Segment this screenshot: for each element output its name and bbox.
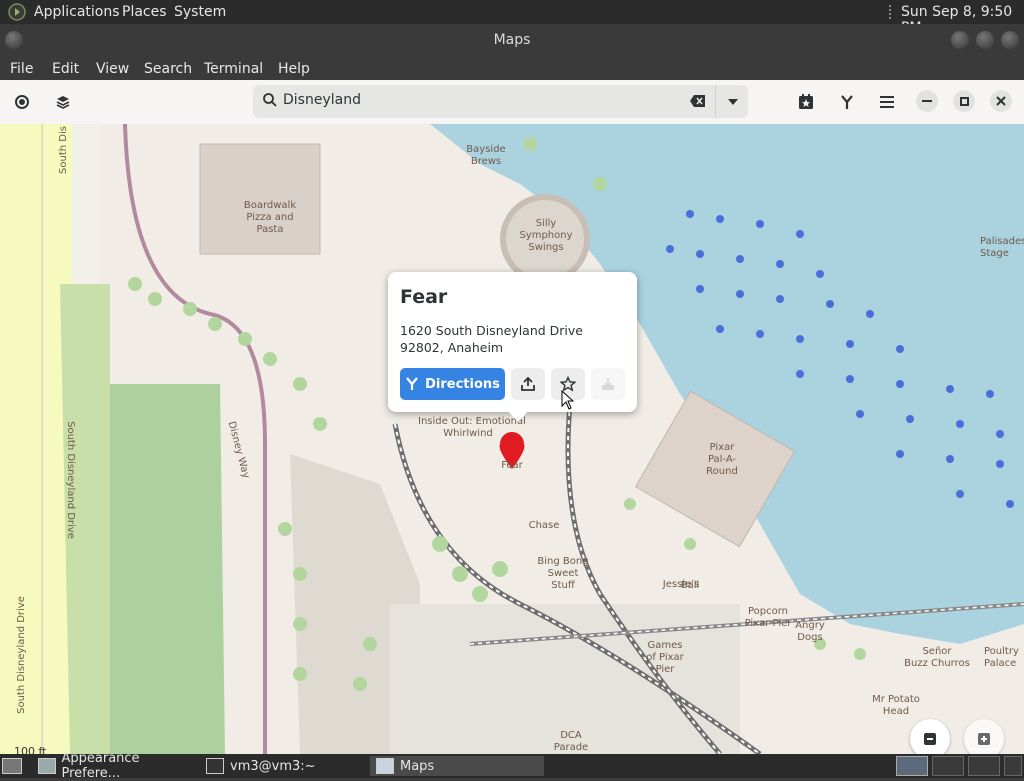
search-dropdown-button[interactable] (715, 85, 749, 118)
map-label-popcorn: Popcorn Pixar Pier (744, 606, 792, 629)
map-label-dca: DCA Parade (553, 730, 589, 753)
map-label-inside-out: Inside Out: Emotional Whirlwind (418, 416, 526, 439)
window-minimize-button[interactable] (951, 31, 969, 49)
menu-file[interactable]: File (10, 61, 33, 77)
menu-edit[interactable]: Edit (52, 61, 79, 77)
gnome-foot-icon[interactable] (8, 3, 26, 21)
favorites-icon[interactable] (796, 92, 816, 112)
taskbar-item-appearance[interactable]: Appearance Prefere... (38, 751, 198, 781)
menu-terminal[interactable]: Terminal (204, 61, 263, 77)
location-icon[interactable] (12, 92, 32, 112)
directions-label: Directions (425, 376, 500, 392)
zoom-out-button[interactable] (910, 719, 950, 759)
map-label-south-dis: South Dis (58, 126, 69, 174)
workspace-4[interactable] (1004, 756, 1022, 776)
search-box (253, 85, 748, 118)
window-title: Maps (493, 32, 531, 48)
zoom-in-icon (978, 733, 990, 745)
header-bar (0, 80, 1024, 125)
clear-search-icon[interactable] (689, 93, 707, 109)
map-label-bing-bong: Bing Bong Sweet Stuff (537, 556, 589, 591)
map-label-palisades: Palisades Stage (980, 236, 1024, 259)
zoom-in-button[interactable] (964, 719, 1004, 759)
window-close-button[interactable] (1001, 31, 1019, 49)
map-label-pixar-pal: Pixar Pal-A- Round (706, 442, 738, 477)
places-menu[interactable]: Places (122, 4, 167, 20)
menu-help[interactable]: Help (278, 61, 310, 77)
send-to-button[interactable] (591, 368, 625, 400)
map-label-poultry: Poultry Palace (984, 646, 1019, 669)
share-button[interactable] (511, 368, 545, 400)
place-address-line2: 92802, Anaheim (400, 340, 504, 355)
close-button[interactable] (990, 90, 1012, 112)
show-desktop-button[interactable] (2, 756, 22, 776)
appearance-icon (38, 758, 56, 774)
map-label-ball: Ball (680, 580, 700, 591)
window-titlebar[interactable]: Maps (0, 24, 1024, 56)
place-address-line1: 1620 South Disneyland Drive (400, 323, 583, 338)
layers-icon[interactable] (53, 92, 73, 112)
panel-separator (889, 5, 895, 19)
hamburger-menu-icon[interactable] (877, 92, 897, 112)
search-input[interactable] (283, 92, 663, 108)
place-popover: Fear 1620 South Disneyland Drive 92802, … (388, 272, 637, 412)
window-maximize-button[interactable] (976, 31, 994, 49)
menubar: File Edit View Search Terminal Help (0, 56, 1024, 80)
maps-window-icon (376, 758, 394, 774)
terminal-icon (206, 758, 224, 774)
map-label-churros: Señor Buzz Churros (904, 646, 970, 669)
taskbar-item-terminal-label: vm3@vm3:~ (230, 758, 316, 774)
menu-search[interactable]: Search (144, 61, 192, 77)
route-icon (406, 377, 418, 390)
map-label-silly: Silly Symphony Swings (519, 218, 573, 253)
workspace-3[interactable] (968, 756, 1000, 776)
directions-button[interactable]: Directions (400, 368, 505, 400)
taskbar: Appearance Prefere... vm3@vm3:~ Maps (0, 751, 1024, 781)
workspace-1[interactable] (896, 756, 928, 776)
system-menu[interactable]: System (174, 4, 226, 20)
share-icon (521, 376, 535, 391)
map-label-south-disneyland-drive-left: South Disneyland Drive (16, 596, 27, 714)
map-label-bayside: Bayside Brews (466, 144, 506, 167)
popover-arrow (507, 410, 529, 422)
desktop-icon (2, 758, 22, 774)
applications-menu[interactable]: Applications (34, 4, 120, 20)
map-label-angry: Angry Dogs (795, 620, 825, 643)
mouse-cursor-icon (561, 390, 575, 410)
send-to-icon (602, 378, 614, 390)
top-panel: Applications Places System Sun Sep 8, 9:… (0, 0, 1024, 36)
route-icon[interactable] (837, 92, 857, 112)
map-label-south-disneyland-drive-right: South Disneyland Drive (65, 421, 76, 539)
map-label-games: Games of Pixar Pier (646, 640, 684, 675)
map-label-potato: Mr Potato Head (872, 694, 920, 717)
map-label-boardwalk: Boardwalk Pizza and Pasta (243, 200, 297, 235)
place-title: Fear (400, 286, 448, 308)
maximize-button[interactable] (953, 90, 975, 112)
menu-view[interactable]: View (96, 61, 129, 77)
taskbar-item-maps[interactable]: Maps (370, 756, 544, 776)
map-label-fear: Fear (501, 460, 523, 471)
map-view[interactable]: Bayside Brews Boardwalk Pizza and Pasta … (0, 124, 1024, 754)
search-icon (263, 93, 277, 107)
minimize-button[interactable] (916, 90, 938, 112)
taskbar-item-maps-label: Maps (400, 758, 435, 774)
map-label-chase: Chase (528, 520, 560, 531)
taskbar-item-terminal[interactable]: vm3@vm3:~ (206, 756, 366, 776)
taskbar-item-appearance-label: Appearance Prefere... (61, 751, 140, 781)
chevron-down-icon (727, 98, 738, 105)
zoom-out-icon (924, 733, 936, 745)
workspace-2[interactable] (932, 756, 964, 776)
